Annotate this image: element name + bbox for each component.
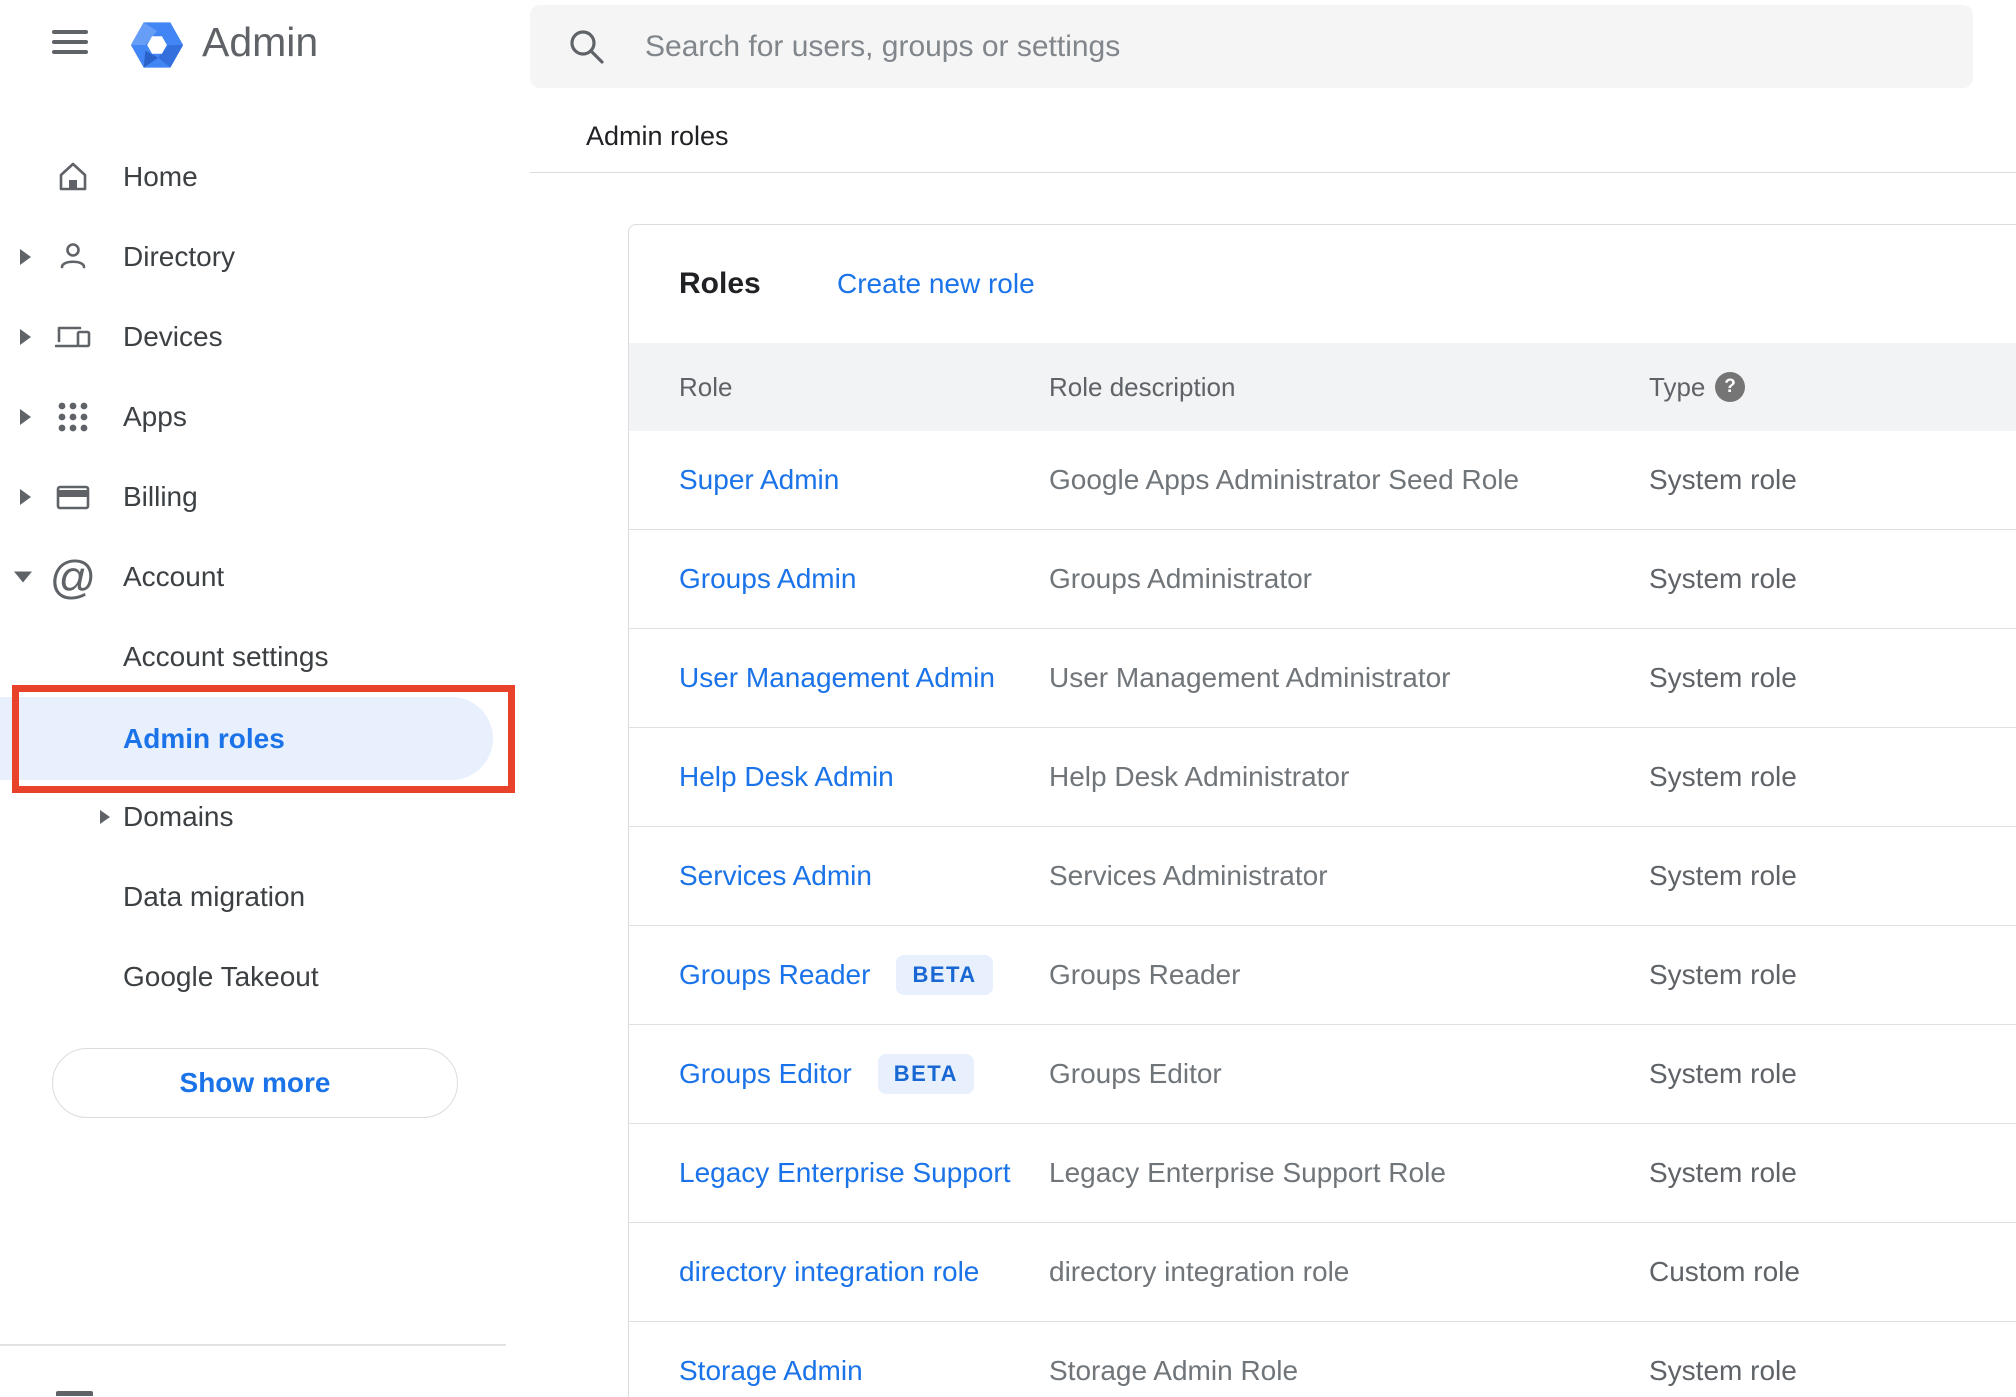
- table-row: Legacy Enterprise Support Legacy Enterpr…: [629, 1123, 2016, 1222]
- role-description: Help Desk Administrator: [1049, 761, 1350, 792]
- sidebar-divider: [0, 1344, 506, 1346]
- sidebar-item-label: Devices: [123, 321, 223, 352]
- help-icon[interactable]: ?: [1715, 372, 1745, 402]
- sidebar-item-label: Billing: [123, 481, 198, 512]
- table-header-row: Role Role description Type ?: [629, 343, 2016, 431]
- sidebar-item-label: Apps: [123, 401, 187, 432]
- expand-arrow-icon[interactable]: [20, 489, 31, 505]
- search-icon: [570, 30, 604, 64]
- sidebar-item-billing[interactable]: Billing: [0, 457, 506, 537]
- sidebar-item-label: Data migration: [123, 881, 306, 912]
- card-title: Roles: [679, 267, 761, 300]
- role-link[interactable]: Storage Admin: [679, 1355, 863, 1387]
- role-type: System role: [1649, 563, 1797, 594]
- sidebar-item-label: Google Takeout: [123, 961, 319, 992]
- role-type: System role: [1649, 761, 1797, 792]
- search-placeholder: Search for users, groups or settings: [645, 29, 1121, 63]
- sidebar-item-account-settings[interactable]: Account settings: [0, 617, 506, 697]
- sidebar-item-data-migration[interactable]: Data migration: [0, 857, 506, 937]
- sidebar-item-label: Account settings: [123, 641, 329, 672]
- role-link[interactable]: Help Desk Admin: [679, 761, 894, 793]
- expand-arrow-icon[interactable]: [20, 329, 31, 345]
- role-link[interactable]: Groups Admin: [679, 563, 856, 595]
- sidebar-item-devices[interactable]: Devices: [0, 297, 506, 377]
- table-row: Super Admin Google Apps Administrator Se…: [629, 431, 2016, 529]
- sidebar-item-home[interactable]: Home: [0, 137, 506, 217]
- sidebar-item-label: Admin roles: [123, 722, 285, 754]
- sidebar-item-label: Home: [123, 161, 198, 192]
- role-description: directory integration role: [1049, 1256, 1350, 1287]
- collapse-arrow-icon[interactable]: [14, 571, 32, 583]
- person-icon: [54, 238, 92, 276]
- role-description: Legacy Enterprise Support Role: [1049, 1157, 1446, 1188]
- role-type: System role: [1649, 1355, 1797, 1386]
- beta-badge: BETA: [896, 955, 993, 995]
- hamburger-menu-icon[interactable]: [52, 30, 88, 54]
- role-link[interactable]: Super Admin: [679, 464, 839, 496]
- create-new-role-link[interactable]: Create new role: [837, 225, 1035, 343]
- role-link[interactable]: Groups Reader: [679, 959, 870, 991]
- sidebar-item-account[interactable]: @ Account: [0, 537, 506, 617]
- role-description: Groups Editor: [1049, 1058, 1222, 1089]
- sidebar-item-label: Account: [123, 561, 225, 592]
- sidebar-item-google-takeout[interactable]: Google Takeout: [0, 937, 506, 1017]
- sidebar-item-domains[interactable]: Domains: [0, 777, 506, 857]
- role-type: System role: [1649, 662, 1797, 693]
- table-row: Help Desk Admin Help Desk Administrator …: [629, 727, 2016, 826]
- admin-console-page: { "app": { "name": "Admin" }, "topbar": …: [0, 0, 2016, 1397]
- breadcrumb: Admin roles: [586, 121, 729, 151]
- expand-arrow-icon[interactable]: [20, 249, 31, 265]
- role-link[interactable]: User Management Admin: [679, 662, 995, 694]
- breadcrumb-divider: [530, 172, 2016, 173]
- table-row: Groups Editor BETA Groups Editor System …: [629, 1024, 2016, 1123]
- role-type: System role: [1649, 959, 1797, 990]
- role-type: Custom role: [1649, 1256, 1800, 1287]
- sidebar-item-admin-roles[interactable]: Admin roles: [0, 697, 506, 780]
- table-row: User Management Admin User Management Ad…: [629, 628, 2016, 727]
- table-row: Services Admin Services Administrator Sy…: [629, 826, 2016, 925]
- column-header-role: Role: [679, 371, 733, 402]
- apps-grid-icon: [54, 398, 92, 436]
- role-description: Google Apps Administrator Seed Role: [1049, 464, 1520, 495]
- app-title: Admin: [202, 19, 319, 65]
- role-type: System role: [1649, 1157, 1797, 1188]
- table-row: Groups Admin Groups Administrator System…: [629, 529, 2016, 628]
- role-description: User Management Administrator: [1049, 662, 1451, 693]
- sidebar-item-directory[interactable]: Directory: [0, 217, 506, 297]
- sidebar-item-label: Domains: [123, 801, 234, 832]
- role-description: Storage Admin Role: [1049, 1355, 1299, 1386]
- roles-table-body: Super Admin Google Apps Administrator Se…: [629, 431, 2016, 1397]
- role-description: Groups Administrator: [1049, 563, 1312, 594]
- role-type: System role: [1649, 860, 1797, 891]
- sidebar-item-label: Directory: [123, 241, 236, 272]
- roles-card: Roles Create new role Role Role descript…: [628, 224, 2016, 1397]
- table-row: Storage Admin Storage Admin Role System …: [629, 1321, 2016, 1397]
- role-link[interactable]: Services Admin: [679, 860, 872, 892]
- roles-card-header: Roles Create new role: [629, 225, 2016, 343]
- role-link[interactable]: directory integration role: [679, 1256, 979, 1288]
- column-header-role-description: Role description: [1049, 371, 1236, 402]
- table-row: directory integration role directory int…: [629, 1222, 2016, 1321]
- beta-badge: BETA: [877, 1054, 975, 1094]
- sidebar-item-apps[interactable]: Apps: [0, 377, 506, 457]
- role-description: Services Administrator: [1049, 860, 1328, 891]
- expand-arrow-icon[interactable]: [100, 810, 110, 824]
- table-row: Groups Reader BETA Groups Reader System …: [629, 925, 2016, 1024]
- role-description: Groups Reader: [1049, 959, 1241, 990]
- role-link[interactable]: Legacy Enterprise Support: [679, 1157, 1011, 1189]
- search-bar[interactable]: Search for users, groups or settings: [530, 5, 1973, 88]
- column-header-type: Type: [1649, 371, 1706, 402]
- home-icon: [54, 158, 92, 196]
- sidebar: Admin Home Directory Devices Apps Billin…: [0, 0, 515, 1396]
- admin-logo-icon: [130, 22, 184, 68]
- credit-card-icon: [54, 478, 92, 516]
- role-link[interactable]: Groups Editor: [679, 1058, 852, 1090]
- at-sign-icon: @: [49, 551, 97, 603]
- show-more-button[interactable]: Show more: [52, 1048, 458, 1118]
- role-type: System role: [1649, 1058, 1797, 1089]
- expand-arrow-icon[interactable]: [20, 409, 31, 425]
- role-type: System role: [1649, 464, 1797, 495]
- devices-icon: [54, 318, 92, 356]
- clipped-icon: [56, 1391, 93, 1396]
